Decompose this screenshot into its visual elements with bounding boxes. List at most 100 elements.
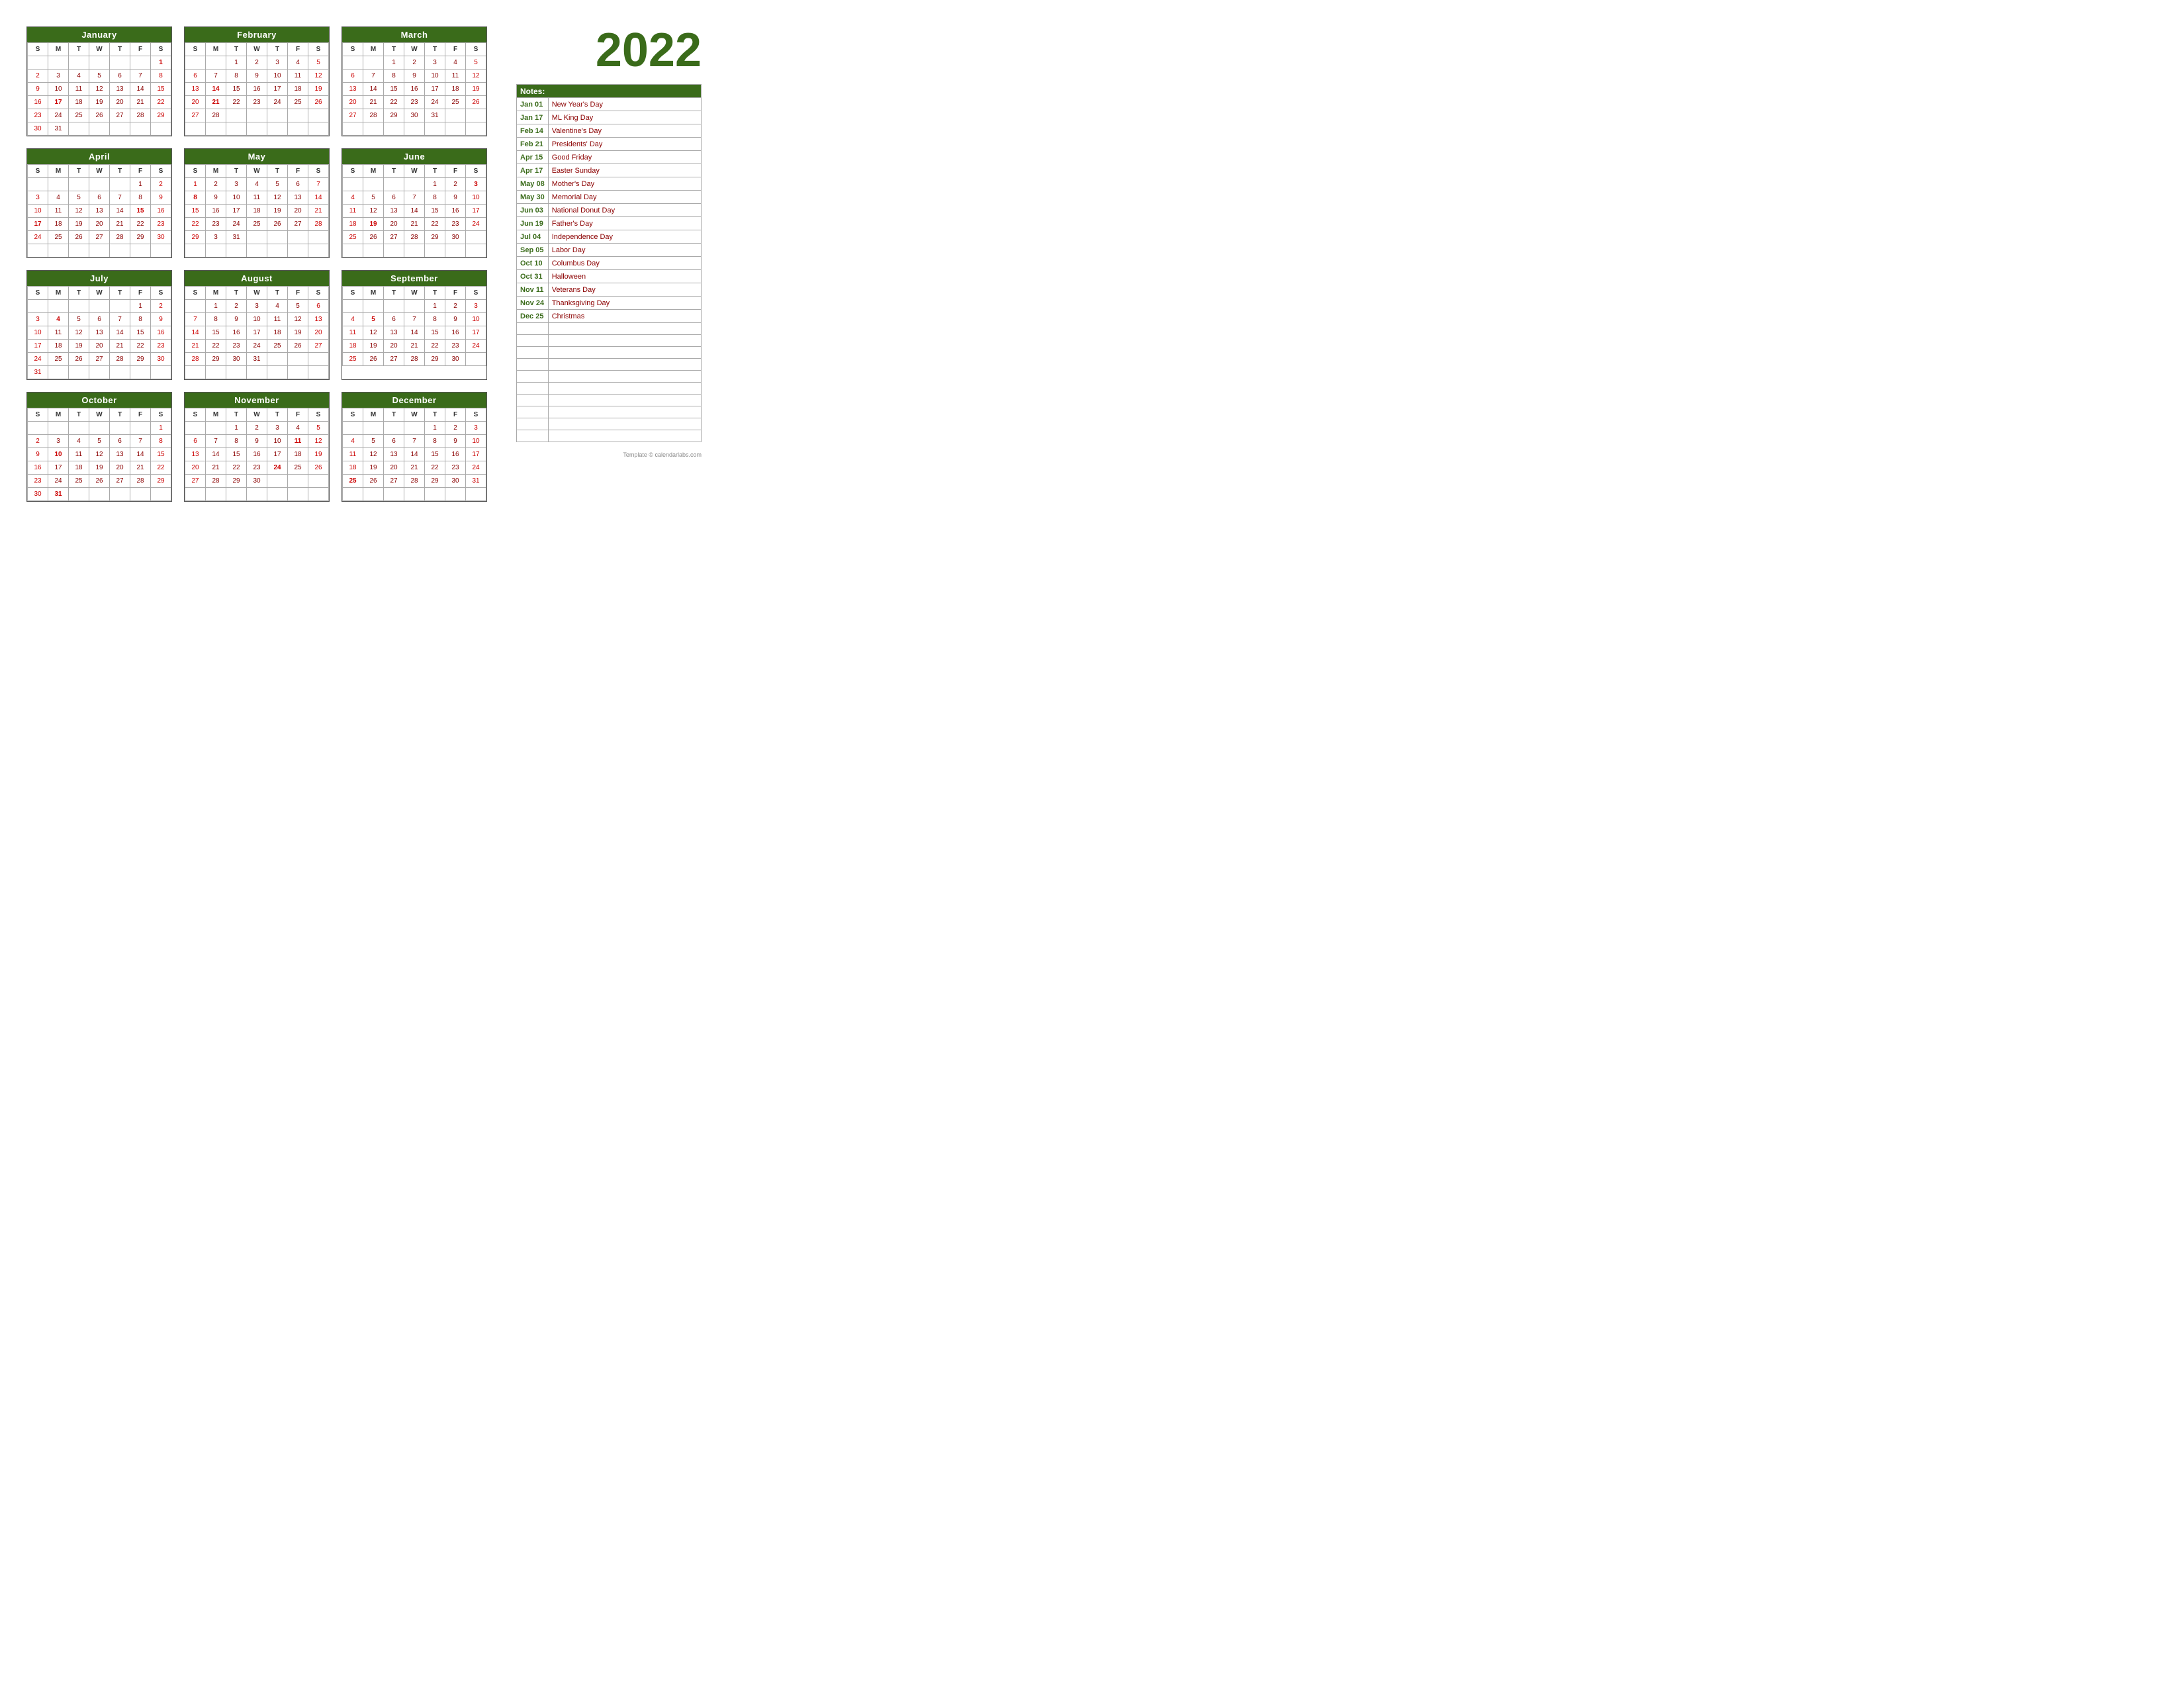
cal-table-april: SMTWTFS123456789101112131415161718192021… (27, 164, 171, 258)
day-header-M-1: M (48, 287, 69, 300)
calendar-day-cell (130, 422, 151, 435)
calendar-day-cell (343, 122, 363, 136)
calendar-week-row: 252627282930 (343, 231, 486, 244)
notes-date: Jan 01 (517, 98, 549, 111)
calendar-day-cell: 3 (466, 178, 486, 191)
notes-date: Sep 05 (517, 244, 549, 257)
notes-row: Jul 04Independence Day (517, 230, 702, 244)
calendar-day-cell: 6 (185, 435, 206, 448)
calendar-day-cell: 16 (445, 326, 466, 340)
day-header-M-1: M (206, 408, 226, 422)
calendar-day-cell: 29 (206, 353, 226, 366)
calendar-day-cell: 26 (363, 353, 384, 366)
notes-date: Nov 24 (517, 297, 549, 310)
calendar-day-cell: 24 (425, 96, 445, 109)
calendar-day-cell: 29 (185, 231, 206, 244)
calendar-day-cell: 22 (151, 96, 171, 109)
calendar-day-cell: 2 (151, 178, 171, 191)
calendar-day-cell: 21 (404, 218, 425, 231)
calendar-week-row: 31 (28, 366, 171, 379)
calendar-day-cell: 21 (404, 340, 425, 353)
calendar-day-cell: 18 (343, 218, 363, 231)
calendar-day-cell: 15 (425, 448, 445, 461)
calendar-day-cell: 6 (384, 313, 404, 326)
calendar-week-row: 13141516171819 (185, 83, 329, 96)
calendar-day-cell (206, 366, 226, 379)
cal-table-december: SMTWTFS123456789101112131415161718192021… (342, 408, 486, 501)
calendar-day-cell (206, 488, 226, 501)
calendar-day-cell: 6 (89, 191, 110, 205)
calendar-day-cell: 15 (185, 205, 206, 218)
calendar-day-cell: 16 (445, 448, 466, 461)
month-november: NovemberSMTWTFS1234567891011121314151617… (184, 392, 330, 502)
calendar-day-cell (404, 422, 425, 435)
notes-empty-cell (548, 395, 701, 406)
notes-empty-row (517, 323, 702, 335)
calendar-day-cell (110, 122, 130, 136)
calendar-day-cell: 3 (48, 70, 69, 83)
day-header-S-0: S (185, 408, 206, 422)
calendar-day-cell: 6 (185, 70, 206, 83)
calendar-day-cell: 7 (130, 70, 151, 83)
calendar-day-cell: 26 (89, 109, 110, 122)
calendar-day-cell (69, 422, 89, 435)
calendar-day-cell: 29 (226, 475, 247, 488)
day-header-M-1: M (206, 165, 226, 178)
calendar-day-cell: 26 (308, 461, 329, 475)
calendar-day-cell: 12 (288, 313, 308, 326)
day-header-W-3: W (247, 43, 267, 56)
notes-empty-row (517, 395, 702, 406)
calendar-week-row (185, 122, 329, 136)
calendar-day-cell (28, 300, 48, 313)
calendar-day-cell: 5 (288, 300, 308, 313)
calendar-day-cell: 29 (130, 353, 151, 366)
calendar-day-cell (288, 353, 308, 366)
day-header-F-5: F (130, 287, 151, 300)
calendar-day-cell: 6 (384, 435, 404, 448)
calendar-day-cell: 26 (288, 340, 308, 353)
template-credit: Template © calendarlabs.com (516, 451, 702, 458)
notes-date: Oct 10 (517, 257, 549, 270)
calendar-day-cell: 19 (69, 340, 89, 353)
calendar-day-cell: 23 (206, 218, 226, 231)
calendar-day-cell: 4 (247, 178, 267, 191)
calendar-day-cell: 2 (151, 300, 171, 313)
calendar-day-cell (466, 231, 486, 244)
right-panel: 2022 Notes: Jan 01New Year's DayJan 17ML… (500, 26, 702, 502)
calendar-day-cell: 23 (445, 340, 466, 353)
calendar-day-cell: 11 (69, 448, 89, 461)
calendar-day-cell: 9 (247, 70, 267, 83)
month-header-september: September (342, 271, 486, 286)
month-april: AprilSMTWTFS1234567891011121314151617181… (26, 148, 172, 258)
calendar-day-cell: 6 (343, 70, 363, 83)
calendar-day-cell: 19 (267, 205, 288, 218)
day-header-F-5: F (288, 408, 308, 422)
calendar-day-cell: 18 (445, 83, 466, 96)
calendar-week-row: 28293031 (185, 353, 329, 366)
calendar-day-cell: 31 (466, 475, 486, 488)
calendar-day-cell: 9 (206, 191, 226, 205)
notes-event: National Donut Day (548, 204, 701, 217)
calendar-day-cell (466, 353, 486, 366)
month-header-july: July (27, 271, 171, 286)
day-header-T-2: T (384, 408, 404, 422)
day-header-T-4: T (110, 408, 130, 422)
calendar-day-cell: 23 (404, 96, 425, 109)
calendar-week-row: 16171819202122 (28, 461, 171, 475)
calendar-week-row: 3031 (28, 122, 171, 136)
calendar-day-cell: 11 (48, 326, 69, 340)
calendar-week-row: 12 (28, 178, 171, 191)
day-header-W-3: W (247, 408, 267, 422)
calendar-day-cell: 25 (69, 109, 89, 122)
notes-event: Father's Day (548, 217, 701, 230)
calendar-day-cell: 26 (89, 475, 110, 488)
notes-event: Thanksgiving Day (548, 297, 701, 310)
calendar-day-cell: 5 (267, 178, 288, 191)
calendar-week-row: 10111213141516 (28, 205, 171, 218)
day-header-S-0: S (343, 408, 363, 422)
calendar-day-cell: 6 (288, 178, 308, 191)
calendar-day-cell: 10 (28, 326, 48, 340)
calendar-day-cell: 13 (110, 448, 130, 461)
calendar-day-cell: 13 (185, 448, 206, 461)
calendar-day-cell: 16 (151, 326, 171, 340)
